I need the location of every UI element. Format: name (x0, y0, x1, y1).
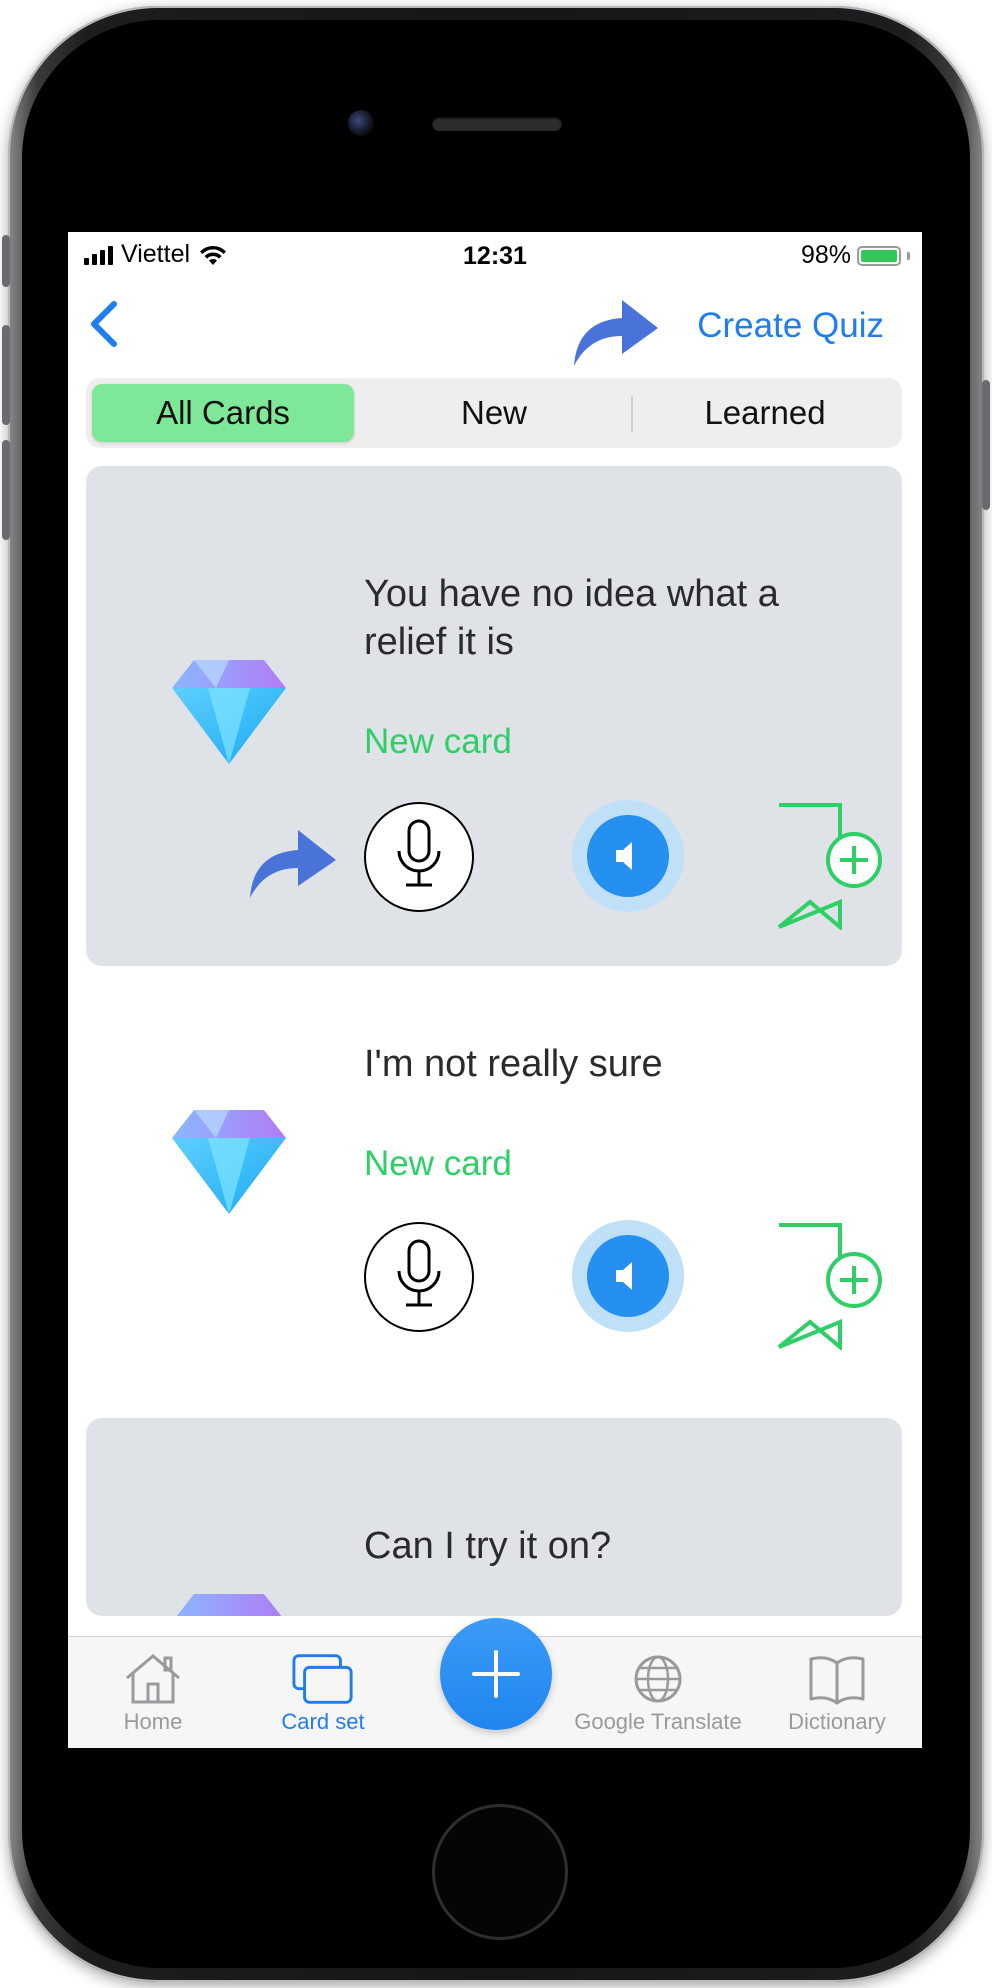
diamond-icon (172, 660, 286, 764)
back-chevron-icon[interactable] (82, 296, 126, 352)
power-button (982, 380, 990, 510)
earpiece-speaker (432, 117, 562, 131)
tab-home[interactable]: Home (68, 1649, 238, 1743)
battery-icon (857, 245, 901, 266)
record-button[interactable] (364, 802, 474, 912)
curved-arrow-icon (574, 300, 658, 366)
card-phrase: You have no idea what a relief it is (364, 573, 779, 663)
curved-arrow-icon (250, 830, 336, 898)
status-bar: Viettel 12:31 98% (68, 232, 922, 280)
tab-card-set[interactable]: Card set (238, 1649, 408, 1743)
card-phrase: Can I try it on? (364, 1525, 612, 1567)
mute-switch (2, 235, 10, 287)
card-status: New card (364, 1144, 512, 1183)
diamond-icon (172, 1110, 286, 1214)
clock: 12:31 (463, 242, 527, 270)
tab-dictionary[interactable]: Dictionary (752, 1649, 922, 1743)
tab-label: Home (123, 1709, 183, 1734)
segment-new[interactable]: New (363, 384, 625, 442)
microphone-icon (397, 819, 441, 887)
bookmark-add-icon[interactable] (776, 802, 886, 930)
speaker-icon (616, 1262, 632, 1290)
tab-google-translate[interactable]: Google Translate (568, 1649, 748, 1743)
tab-label: Card set (281, 1709, 365, 1734)
speaker-icon (616, 842, 632, 870)
app-screen: Viettel 12:31 98% Create Quiz All Cards … (68, 232, 922, 1748)
microphone-icon (397, 1239, 441, 1307)
filter-segmented-control: All Cards New Learned (86, 378, 902, 448)
house-icon (126, 1654, 180, 1704)
tab-label: Dictionary (788, 1709, 886, 1734)
cards-icon (292, 1654, 353, 1704)
battery-group: 98% (801, 241, 910, 270)
add-card-button[interactable] (440, 1618, 552, 1730)
globe-icon (634, 1655, 682, 1703)
volume-down-button (2, 440, 10, 540)
front-camera (348, 110, 374, 136)
segment-divider (631, 396, 633, 432)
create-quiz-button[interactable]: Create Quiz (697, 306, 884, 346)
flashcard[interactable]: Can I try it on? (86, 1418, 902, 1616)
segment-all-cards[interactable]: All Cards (92, 384, 354, 442)
flashcard[interactable]: You have no idea what a relief it is New… (86, 466, 902, 966)
card-status: New card (364, 722, 512, 761)
diamond-icon (176, 1594, 282, 1616)
tab-label: Google Translate (574, 1709, 742, 1734)
battery-percent: 98% (800, 241, 851, 269)
home-button[interactable] (432, 1804, 568, 1940)
plus-icon (472, 1650, 520, 1698)
play-audio-button[interactable] (572, 800, 684, 912)
bookmark-add-icon[interactable] (776, 1222, 886, 1350)
record-button[interactable] (364, 1222, 474, 1332)
card-phrase: I'm not really sure (364, 1043, 663, 1085)
nav-bar: Create Quiz (68, 280, 922, 368)
book-icon (809, 1656, 865, 1705)
flashcard[interactable]: I'm not really sure New card (86, 984, 902, 1384)
volume-up-button (2, 325, 10, 425)
play-audio-button[interactable] (572, 1220, 684, 1332)
segment-learned[interactable]: Learned (634, 384, 896, 442)
